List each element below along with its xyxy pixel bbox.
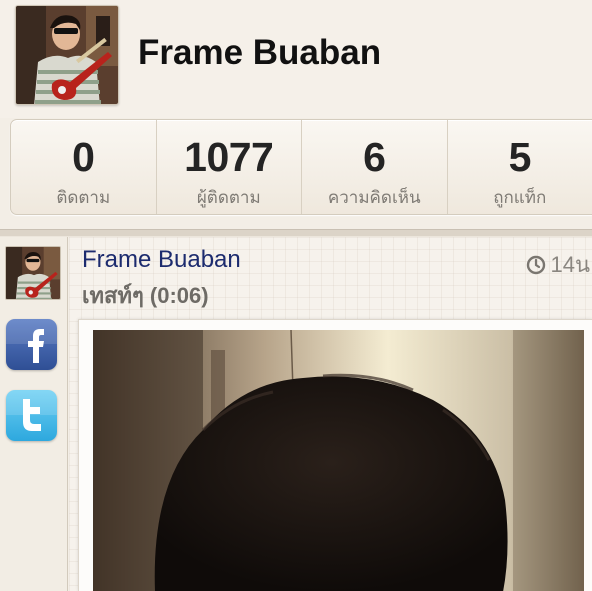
stat-label: ถูกแท็ก [493,188,547,207]
profile-header: Frame Buaban [0,0,592,118]
stat-tagged[interactable]: 5 ถูกแท็ก [446,120,592,214]
stats-bar: 0 ติดตาม 1077 ผู้ติดตาม 6 ความคิดเห็น 5 … [10,119,592,215]
post-card: Frame Buaban 14น เทสท์ๆ (0:06) [69,237,592,591]
stat-comments[interactable]: 6 ความคิดเห็น [301,120,447,214]
profile-name: Frame Buaban [138,33,382,72]
stat-value: 0 [72,134,95,180]
twitter-icon[interactable] [6,390,57,441]
post-author-avatar[interactable] [5,246,61,300]
clock-icon [527,255,546,274]
stat-followers[interactable]: 1077 ผู้ติดตาม [155,120,302,214]
facebook-icon[interactable] [6,319,57,370]
stat-label: ติดตาม [56,188,111,207]
media-frame [78,319,592,591]
stat-value: 6 [363,134,386,180]
profile-avatar[interactable] [15,5,119,105]
post-caption-text: เทสท์ๆ [82,283,144,308]
post-caption: เทสท์ๆ (0:06) [82,278,209,313]
stat-value: 1077 [184,134,274,180]
video-thumbnail[interactable] [93,330,584,591]
post-side-rail [0,237,68,591]
stat-label: ผู้ติดตาม [196,188,261,207]
section-divider [0,229,592,237]
post-time-text: 14น [550,252,590,277]
post-timestamp: 14น [526,247,590,282]
stat-label: ความคิดเห็น [327,188,421,207]
video-duration: (0:06) [149,283,209,308]
stat-following[interactable]: 0 ติดตาม [11,120,156,214]
post-author-name[interactable]: Frame Buaban [82,246,241,274]
stat-value: 5 [508,134,532,180]
